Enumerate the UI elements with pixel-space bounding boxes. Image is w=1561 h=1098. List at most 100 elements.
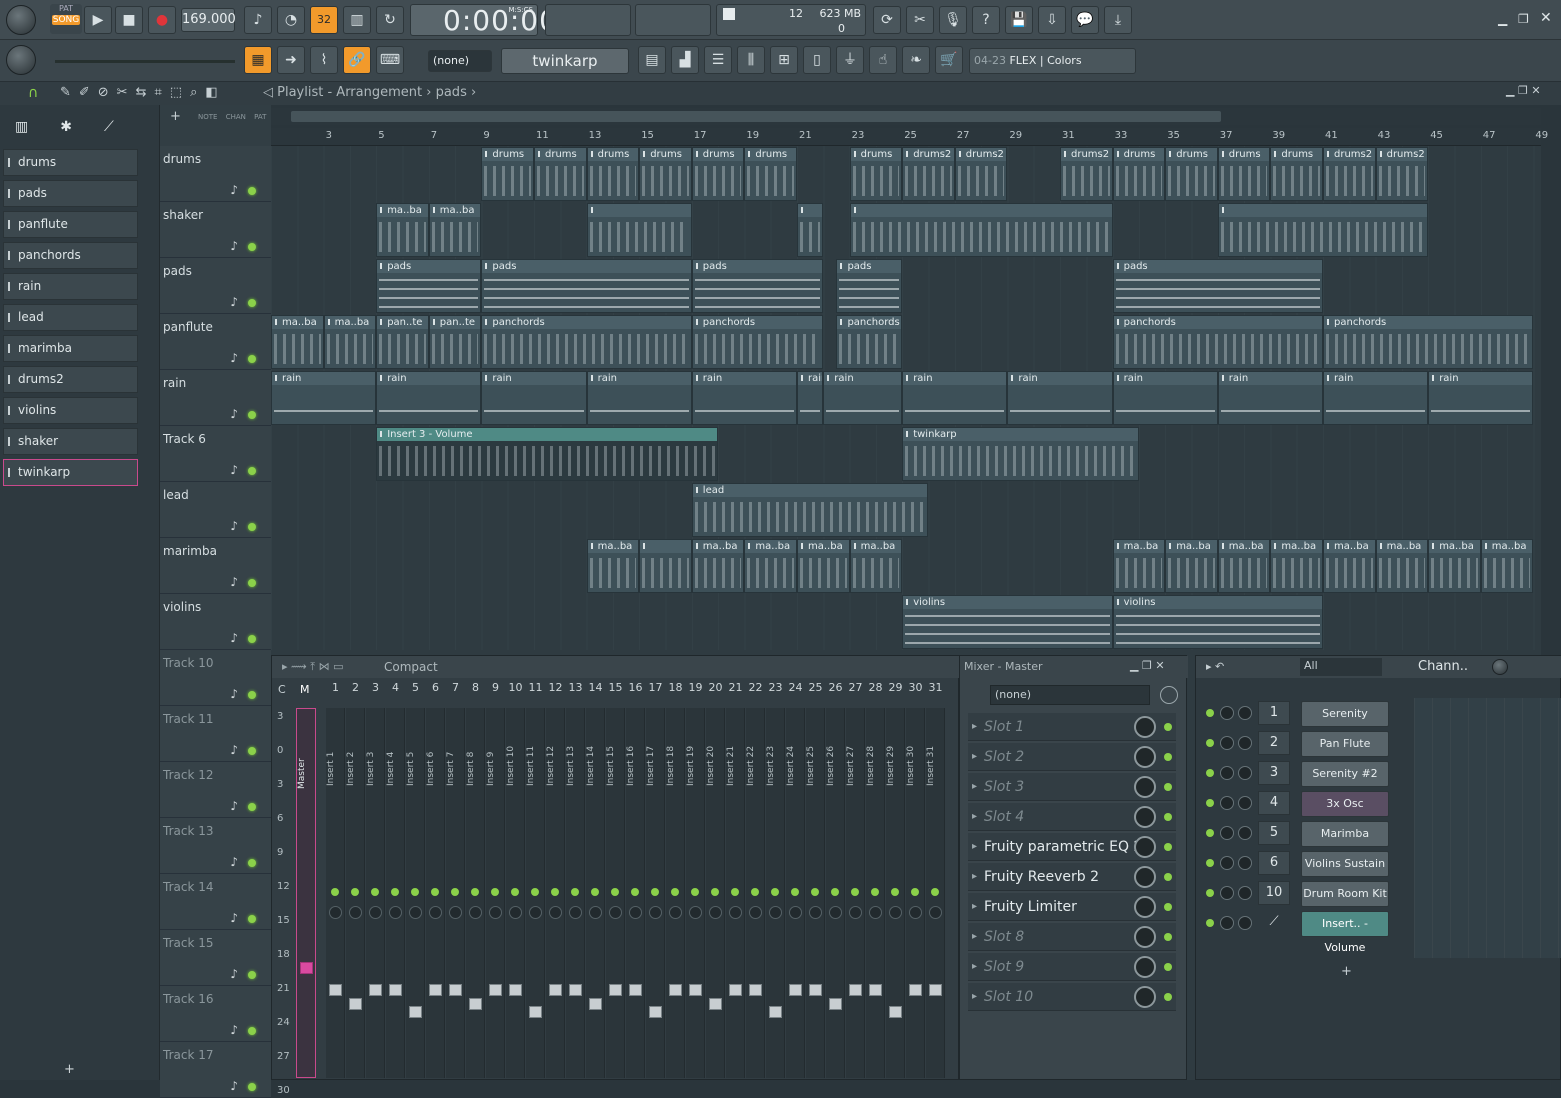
- playlist-clip[interactable]: panchords: [691, 315, 824, 369]
- pattern-item[interactable]: drums2: [3, 366, 138, 393]
- insert-channel[interactable]: Insert 23: [766, 708, 785, 1078]
- insert-channel[interactable]: Insert 8: [466, 708, 485, 1078]
- playlist-clip[interactable]: ma..ba: [428, 203, 482, 257]
- insert-enable-led[interactable]: [551, 888, 559, 896]
- download-button[interactable]: ⤓: [1104, 6, 1132, 34]
- pat-song-toggle[interactable]: PAT SONG: [50, 4, 82, 34]
- track-header[interactable]: Track 6 ♪: [160, 426, 271, 482]
- playlist-clip[interactable]: rain: [1217, 371, 1323, 425]
- pattern-item[interactable]: shaker: [3, 428, 138, 455]
- playlist-clip[interactable]: pads: [376, 259, 482, 313]
- insert-fader[interactable]: [489, 984, 502, 996]
- track-header[interactable]: Track 11 ♪: [160, 706, 271, 762]
- playlist-clip[interactable]: [797, 203, 824, 257]
- insert-enable-led[interactable]: [351, 888, 359, 896]
- playlist-clip[interactable]: panchords: [1323, 315, 1534, 369]
- pattern-item[interactable]: pads: [3, 180, 138, 207]
- insert-pan-knob[interactable]: [829, 906, 842, 919]
- record-audio-button[interactable]: 🎙: [939, 6, 967, 34]
- record-button[interactable]: ●: [148, 6, 176, 34]
- channel-pan-knob[interactable]: [1220, 736, 1234, 750]
- insert-channel[interactable]: Insert 17: [646, 708, 665, 1078]
- slot-enable-led[interactable]: [1164, 903, 1172, 911]
- stop-button[interactable]: ■: [115, 6, 143, 34]
- insert-enable-led[interactable]: [851, 888, 859, 896]
- channel-mute-led[interactable]: [1206, 709, 1214, 717]
- playlist-clip[interactable]: rain: [1112, 371, 1218, 425]
- playlist-clip[interactable]: ma..ba: [323, 315, 377, 369]
- step-edit-button[interactable]: ▥: [343, 6, 371, 34]
- channel-volume-knob[interactable]: [1238, 856, 1252, 870]
- playlist-clip[interactable]: drums2: [1323, 147, 1376, 201]
- playlist-clip[interactable]: ma..ba: [797, 539, 850, 593]
- insert-pan-knob[interactable]: [909, 906, 922, 919]
- insert-fader[interactable]: [929, 984, 942, 996]
- insert-enable-led[interactable]: [431, 888, 439, 896]
- playlist-clip[interactable]: pads: [836, 259, 903, 313]
- swing-knob[interactable]: [1492, 659, 1508, 675]
- playlist-grid[interactable]: drums drums drums drums drums drums drums drums…: [271, 146, 1541, 650]
- channel-pan-knob[interactable]: [1220, 916, 1234, 930]
- insert-number[interactable]: 1: [326, 681, 345, 694]
- channel-insert-number[interactable]: 1: [1258, 701, 1290, 725]
- pattern-item[interactable]: twinkarp: [3, 459, 138, 486]
- insert-channel[interactable]: Insert 25: [806, 708, 825, 1078]
- insert-enable-led[interactable]: [831, 888, 839, 896]
- playlist-clip[interactable]: [586, 203, 692, 257]
- channel-volume-knob[interactable]: [1238, 736, 1252, 750]
- track-mute-led[interactable]: [248, 859, 256, 867]
- playlist-clip[interactable]: rain: [481, 371, 587, 425]
- track-mute-led[interactable]: [248, 243, 256, 251]
- channel-button[interactable]: Pan Flute: [1301, 731, 1389, 757]
- insert-enable-led[interactable]: [411, 888, 419, 896]
- playlist-clip[interactable]: violins: [902, 595, 1113, 649]
- playlist-clip[interactable]: drums: [586, 147, 640, 201]
- add-pattern-button[interactable]: +: [64, 1062, 75, 1077]
- insert-number[interactable]: 27: [846, 681, 865, 694]
- playlist-clip[interactable]: rain: [1428, 371, 1534, 425]
- slot-enable-led[interactable]: [1164, 993, 1172, 1001]
- tempo-tapper-button[interactable]: ❧: [902, 46, 930, 74]
- channel-pan-knob[interactable]: [1220, 706, 1234, 720]
- track-header[interactable]: Track 14 ♪: [160, 874, 271, 930]
- piano-roll-button[interactable]: ▟: [671, 46, 699, 74]
- effect-slot[interactable]: Slot 2: [968, 743, 1176, 771]
- playlist-clip[interactable]: ma..ba: [1112, 539, 1166, 593]
- track-mute-led[interactable]: [248, 523, 256, 531]
- insert-fader[interactable]: [609, 984, 622, 996]
- track-header[interactable]: Track 10 ♪: [160, 650, 271, 706]
- playlist-clip[interactable]: ma..ba: [1165, 539, 1218, 593]
- track-header[interactable]: panflute ♪: [160, 314, 271, 370]
- insert-channel[interactable]: Insert 16: [626, 708, 645, 1078]
- track-header[interactable]: Track 17 ♪: [160, 1042, 271, 1098]
- channel-mute-led[interactable]: [1206, 889, 1214, 897]
- insert-channel[interactable]: Insert 27: [846, 708, 865, 1078]
- playlist-clip[interactable]: ma..ba: [744, 539, 797, 593]
- channel-button[interactable]: 3x Osc: [1301, 791, 1389, 817]
- insert-fader[interactable]: [469, 998, 482, 1010]
- insert-fader[interactable]: [769, 1006, 782, 1018]
- insert-channel[interactable]: Insert 6: [426, 708, 445, 1078]
- mixer-button[interactable]: ⫼: [737, 46, 765, 74]
- insert-enable-led[interactable]: [631, 888, 639, 896]
- insert-enable-led[interactable]: [591, 888, 599, 896]
- insert-number[interactable]: 6: [426, 681, 445, 694]
- insert-number[interactable]: 12: [546, 681, 565, 694]
- slot-enable-led[interactable]: [1164, 963, 1172, 971]
- insert-channel[interactable]: Insert 13: [566, 708, 585, 1078]
- pattern-selector[interactable]: twinkarp: [501, 48, 629, 74]
- audio-input-select[interactable]: (none): [990, 685, 1150, 705]
- insert-pan-knob[interactable]: [349, 906, 362, 919]
- playlist-clip[interactable]: ma..ba: [1428, 539, 1481, 593]
- channel-insert-number[interactable]: 10: [1258, 881, 1290, 905]
- effect-slot[interactable]: Slot 3: [968, 773, 1176, 801]
- typing-keyboard-button[interactable]: ⌨: [376, 46, 404, 74]
- insert-enable-led[interactable]: [471, 888, 479, 896]
- insert-enable-led[interactable]: [791, 888, 799, 896]
- insert-fader[interactable]: [669, 984, 682, 996]
- insert-number[interactable]: 8: [466, 681, 485, 694]
- touch-controller-button[interactable]: ☝: [869, 46, 897, 74]
- playlist-clip[interactable]: rain: [797, 371, 824, 425]
- insert-channel[interactable]: Insert 2: [346, 708, 365, 1078]
- track-header[interactable]: Track 16 ♪: [160, 986, 271, 1042]
